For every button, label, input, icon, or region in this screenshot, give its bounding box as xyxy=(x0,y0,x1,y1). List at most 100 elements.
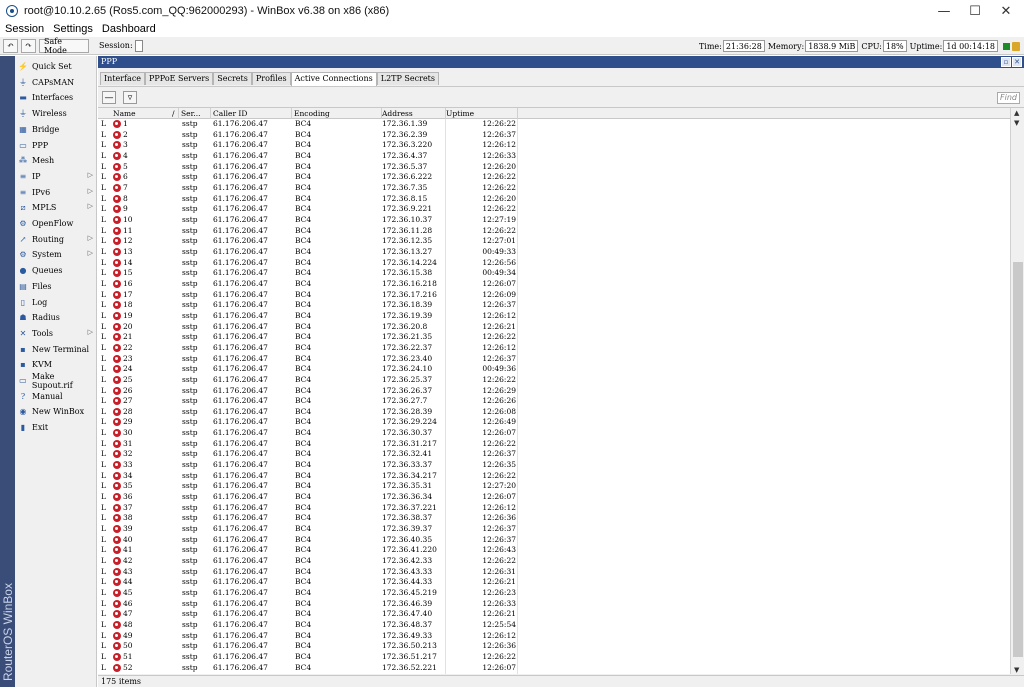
table-row[interactable]: L 1 sstp 61.176.206.47 BC4 172.36.1.39 12:26:2… xyxy=(98,119,1010,130)
table-row[interactable]: L 6 sstp 61.176.206.47 BC4 172.36.6.222 12:26:… xyxy=(98,172,1010,183)
table-row[interactable]: L 15 sstp 61.176.206.47 BC4 172.36.15.38 00:49… xyxy=(98,268,1010,279)
close-button[interactable]: ✕ xyxy=(986,0,1024,22)
sidebar-item-exit[interactable]: ▮ Exit xyxy=(15,420,97,435)
table-row[interactable]: L 35 sstp 61.176.206.47 BC4 172.36.35.31 12:27… xyxy=(98,481,1010,492)
table-row[interactable]: L 7 sstp 61.176.206.47 BC4 172.36.7.35 12:26:2… xyxy=(98,183,1010,194)
undo-icon[interactable]: ↶ xyxy=(3,38,18,53)
column-header-encoding[interactable]: Encoding xyxy=(292,108,382,119)
sidebar-item-capsman[interactable]: ⏚ CAPsMAN xyxy=(15,75,97,90)
sidebar-item-manual[interactable]: ? Manual xyxy=(15,389,97,404)
column-header-name[interactable]: Name xyxy=(111,108,179,119)
table-row[interactable]: L 45 sstp 61.176.206.47 BC4 172.36.45.219 12:2… xyxy=(98,588,1010,599)
table-row[interactable]: L 40 sstp 61.176.206.47 BC4 172.36.40.35 12:26… xyxy=(98,535,1010,546)
sidebar-item-queues[interactable]: ● Queues xyxy=(15,263,97,278)
session-field[interactable] xyxy=(134,39,143,52)
sidebar-item-wireless[interactable]: ⏚ Wireless xyxy=(15,106,97,121)
table-row[interactable]: L 50 sstp 61.176.206.47 BC4 172.36.50.213 12:2… xyxy=(98,641,1010,652)
sidebar-item-files[interactable]: ▤ Files xyxy=(15,279,97,294)
table-row[interactable]: L 10 sstp 61.176.206.47 BC4 172.36.10.37 12:27… xyxy=(98,215,1010,226)
table-row[interactable]: L 46 sstp 61.176.206.47 BC4 172.36.46.39 12:26… xyxy=(98,599,1010,610)
menu-session[interactable]: Session xyxy=(5,23,44,35)
table-row[interactable]: L 14 sstp 61.176.206.47 BC4 172.36.14.224 12:2… xyxy=(98,258,1010,269)
table-row[interactable]: L 25 sstp 61.176.206.47 BC4 172.36.25.37 12:26… xyxy=(98,375,1010,386)
table-row[interactable]: L 32 sstp 61.176.206.47 BC4 172.36.32.41 12:26… xyxy=(98,449,1010,460)
tab-pppoe-servers[interactable]: PPPoE Servers xyxy=(145,72,214,85)
sidebar-item-new-winbox[interactable]: ◉ New WinBox xyxy=(15,404,97,419)
sidebar-item-bridge[interactable]: ▦ Bridge xyxy=(15,122,97,137)
window-close-icon[interactable]: ✕ xyxy=(1012,57,1022,67)
find-input[interactable]: Find xyxy=(997,92,1020,104)
table-row[interactable]: L 51 sstp 61.176.206.47 BC4 172.36.51.217 12:2… xyxy=(98,652,1010,663)
table-row[interactable]: L 43 sstp 61.176.206.47 BC4 172.36.43.33 12:26… xyxy=(98,567,1010,578)
sidebar-item-quick-set[interactable]: ⚡ Quick Set xyxy=(15,59,97,74)
column-header-caller-id[interactable]: Caller ID xyxy=(211,108,292,119)
sidebar-item-new-terminal[interactable]: ▪ New Terminal xyxy=(15,342,97,357)
table-row[interactable]: L 22 sstp 61.176.206.47 BC4 172.36.22.37 12:26… xyxy=(98,343,1010,354)
table-row[interactable]: L 4 sstp 61.176.206.47 BC4 172.36.4.37 12:26:3… xyxy=(98,151,1010,162)
safe-mode-button[interactable]: Safe Mode xyxy=(39,37,89,55)
window-restore-icon[interactable]: ▫ xyxy=(1001,57,1011,67)
table-row[interactable]: L 52 sstp 61.176.206.47 BC4 172.36.52.221 12:2… xyxy=(98,663,1010,674)
table-row[interactable]: L 24 sstp 61.176.206.47 BC4 172.36.24.10 00:49… xyxy=(98,364,1010,375)
redo-icon[interactable]: ↷ xyxy=(21,38,36,53)
tab-interface[interactable]: Interface xyxy=(100,72,146,85)
table-row[interactable]: L 11 sstp 61.176.206.47 BC4 172.36.11.28 12:26… xyxy=(98,226,1010,237)
sidebar-item-log[interactable]: ▯ Log xyxy=(15,295,97,310)
sidebar-item-mpls[interactable]: ⧄ MPLS ▷ xyxy=(15,200,97,215)
scroll-thumb[interactable] xyxy=(1013,262,1023,657)
tab-secrets[interactable]: Secrets xyxy=(213,72,252,85)
table-row[interactable]: L 28 sstp 61.176.206.47 BC4 172.36.28.39 12:26… xyxy=(98,407,1010,418)
table-row[interactable]: L 2 sstp 61.176.206.47 BC4 172.36.2.39 12:26:3… xyxy=(98,130,1010,141)
table-row[interactable]: L 41 sstp 61.176.206.47 BC4 172.36.41.220 12:2… xyxy=(98,545,1010,556)
menu-settings[interactable]: Settings xyxy=(53,23,93,35)
table-row[interactable]: L 5 sstp 61.176.206.47 BC4 172.36.5.37 12:26:2… xyxy=(98,162,1010,173)
column-header-uptime[interactable]: Uptime xyxy=(444,108,518,119)
table-row[interactable]: L 21 sstp 61.176.206.47 BC4 172.36.21.35 12:26… xyxy=(98,332,1010,343)
table-row[interactable]: L 13 sstp 61.176.206.47 BC4 172.36.13.27 00:49… xyxy=(98,247,1010,258)
column-header-ser-[interactable]: Ser... xyxy=(179,108,211,119)
table-row[interactable]: L 37 sstp 61.176.206.47 BC4 172.36.37.221 12:2… xyxy=(98,503,1010,514)
sidebar-item-ppp[interactable]: ▭ PPP xyxy=(15,138,97,153)
table-row[interactable]: L 19 sstp 61.176.206.47 BC4 172.36.19.39 12:26… xyxy=(98,311,1010,322)
sidebar-item-tools[interactable]: ✕ Tools ▷ xyxy=(15,326,97,341)
table-row[interactable]: L 38 sstp 61.176.206.47 BC4 172.36.38.37 12:26… xyxy=(98,513,1010,524)
menu-dashboard[interactable]: Dashboard xyxy=(102,23,156,35)
sidebar-item-interfaces[interactable]: ▬ Interfaces xyxy=(15,90,97,105)
sidebar-item-system[interactable]: ⚙ System ▷ xyxy=(15,247,97,262)
table-row[interactable]: L 29 sstp 61.176.206.47 BC4 172.36.29.224 12:2… xyxy=(98,417,1010,428)
column-header-address[interactable]: Address xyxy=(380,108,446,119)
sidebar-item-mesh[interactable]: ⁂ Mesh xyxy=(15,153,97,168)
scroll-menu-icon[interactable]: ▼ xyxy=(1014,119,1019,127)
tab-profiles[interactable]: Profiles xyxy=(251,72,291,85)
table-row[interactable]: L 18 sstp 61.176.206.47 BC4 172.36.18.39 12:26… xyxy=(98,300,1010,311)
table-row[interactable]: L 20 sstp 61.176.206.47 BC4 172.36.20.8 12:26:… xyxy=(98,322,1010,333)
sidebar-item-kvm[interactable]: ▪ KVM xyxy=(15,357,97,372)
sidebar-item-make-supout-rif[interactable]: ▭ Make Supout.rif xyxy=(15,372,97,390)
table-row[interactable]: L 44 sstp 61.176.206.47 BC4 172.36.44.33 12:26… xyxy=(98,577,1010,588)
scroll-down-arrow-icon[interactable]: ▼ xyxy=(1014,666,1019,674)
sidebar-item-radius[interactable]: ☗ Radius xyxy=(15,310,97,325)
minus-icon[interactable]: — xyxy=(102,91,116,104)
table-row[interactable]: L 27 sstp 61.176.206.47 BC4 172.36.27.7 12:26:… xyxy=(98,396,1010,407)
table-row[interactable]: L 26 sstp 61.176.206.47 BC4 172.36.26.37 12:26… xyxy=(98,386,1010,397)
sidebar-item-routing[interactable]: ↗ Routing ▷ xyxy=(15,232,97,247)
table-row[interactable]: L 34 sstp 61.176.206.47 BC4 172.36.34.217 12:2… xyxy=(98,471,1010,482)
sidebar-item-ip[interactable]: ≡ IP ▷ xyxy=(15,169,97,184)
sidebar-item-openflow[interactable]: ⚙ OpenFlow xyxy=(15,216,97,231)
table-row[interactable]: L 48 sstp 61.176.206.47 BC4 172.36.48.37 12:25… xyxy=(98,620,1010,631)
tab-active-connections[interactable]: Active Connections xyxy=(290,72,377,86)
table-row[interactable]: L 42 sstp 61.176.206.47 BC4 172.36.42.33 12:26… xyxy=(98,556,1010,567)
filter-icon[interactable]: ▿ xyxy=(123,91,137,104)
table-row[interactable]: L 49 sstp 61.176.206.47 BC4 172.36.49.33 12:26… xyxy=(98,631,1010,642)
table-row[interactable]: L 36 sstp 61.176.206.47 BC4 172.36.36.34 12:26… xyxy=(98,492,1010,503)
table-row[interactable]: L 12 sstp 61.176.206.47 BC4 172.36.12.35 12:27… xyxy=(98,236,1010,247)
tab-l2tp-secrets[interactable]: L2TP Secrets xyxy=(376,72,440,85)
table-row[interactable]: L 39 sstp 61.176.206.47 BC4 172.36.39.37 12:26… xyxy=(98,524,1010,535)
table-row[interactable]: L 47 sstp 61.176.206.47 BC4 172.36.47.40 12:26… xyxy=(98,609,1010,620)
table-row[interactable]: L 3 sstp 61.176.206.47 BC4 172.36.3.220 12:26:… xyxy=(98,140,1010,151)
table-row[interactable]: L 16 sstp 61.176.206.47 BC4 172.36.16.218 12:2… xyxy=(98,279,1010,290)
table-row[interactable]: L 31 sstp 61.176.206.47 BC4 172.36.31.217 12:2… xyxy=(98,439,1010,450)
table-row[interactable]: L 9 sstp 61.176.206.47 BC4 172.36.9.221 12:26:… xyxy=(98,204,1010,215)
table-row[interactable]: L 8 sstp 61.176.206.47 BC4 172.36.8.15 12:26:2… xyxy=(98,194,1010,205)
vertical-scrollbar[interactable]: ▲ ▼ ▼ xyxy=(1010,108,1024,674)
